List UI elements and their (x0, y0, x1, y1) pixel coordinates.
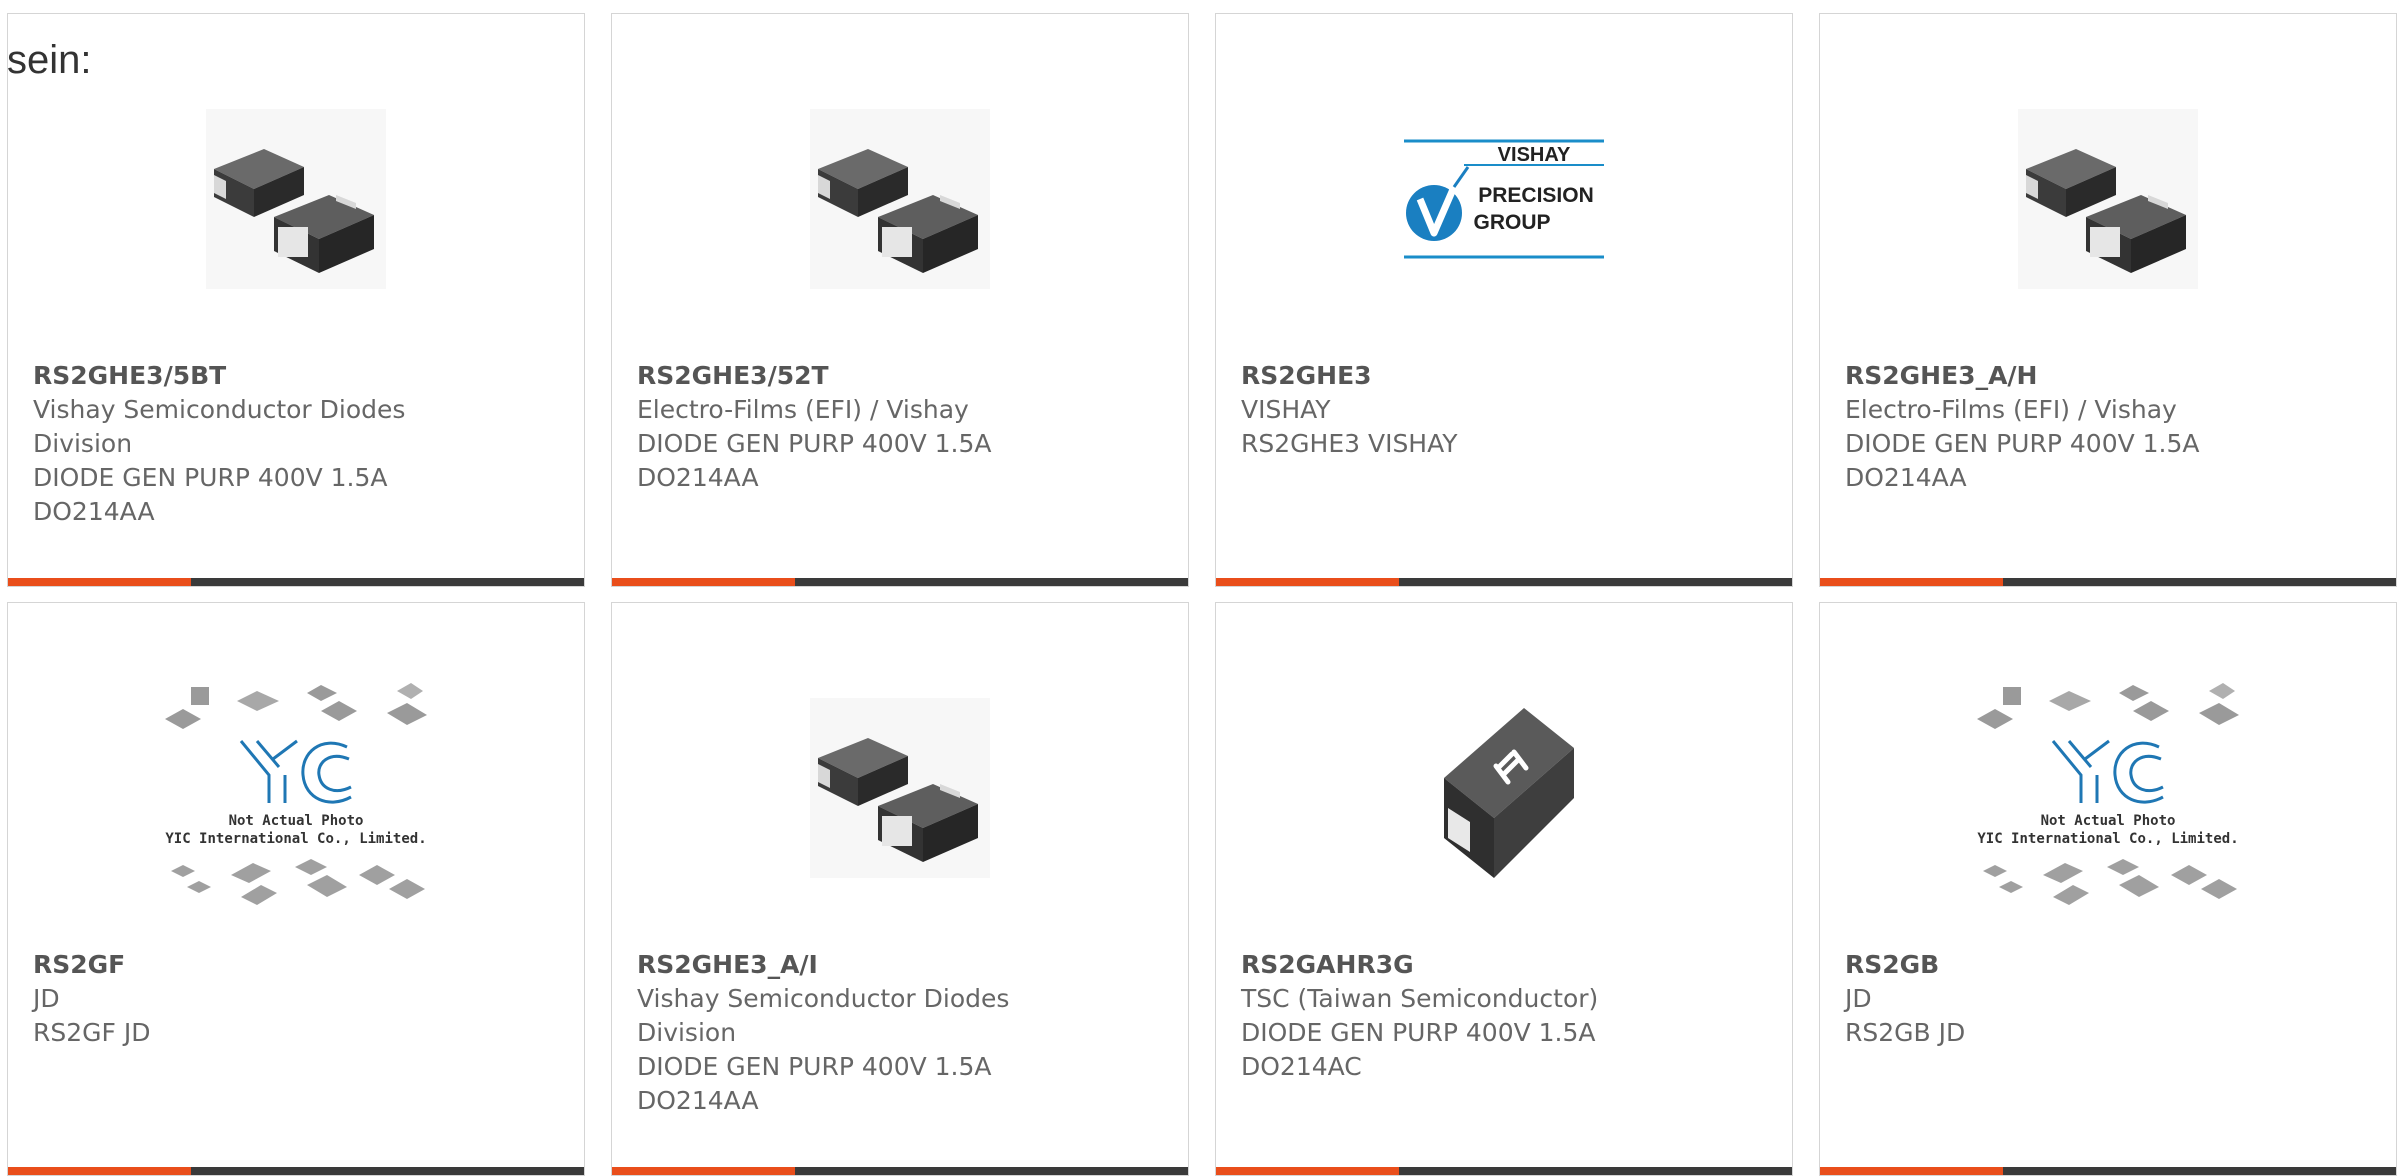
logo-text-precision: PRECISION (1478, 184, 1594, 207)
product-info: RS2GAHR3G TSC (Taiwan Semiconductor) DIO… (1241, 948, 1772, 1084)
card-accent-bar (1216, 578, 1792, 586)
card-accent-bar (8, 578, 584, 586)
vishay-logo-icon: VISHAY PRECISION GROUP (1402, 137, 1606, 261)
card-accent-bar (612, 1167, 1188, 1175)
manufacturer: Electro-Films (EFI) / Vishay (1845, 395, 2177, 424)
part-number[interactable]: RS2GHE3_A/H (1845, 359, 2376, 393)
manufacturer: Vishay Semiconductor Diodes Division (33, 395, 406, 458)
product-image[interactable] (8, 89, 584, 309)
part-number[interactable]: RS2GHE3/5BT (33, 359, 564, 393)
card-accent-bar (1216, 1167, 1792, 1175)
part-number[interactable]: RS2GB (1845, 948, 2376, 982)
product-card[interactable]: RS2GHE3_A/I Vishay Semiconductor Diodes … (611, 602, 1189, 1176)
product-image[interactable] (612, 89, 1188, 309)
intro-text: sein: (7, 38, 92, 82)
placeholder-company: YIC International Co., Limited. (1977, 831, 2238, 847)
product-info: RS2GF JD RS2GF JD (33, 948, 564, 1050)
yic-placeholder-icon: Not Actual Photo YIC International Co., … (1977, 683, 2239, 905)
part-number[interactable]: RS2GHE3_A/I (637, 948, 1168, 982)
product-info: RS2GB JD RS2GB JD (1845, 948, 2376, 1050)
card-accent-segment (1216, 578, 1399, 586)
card-accent-bar (1820, 1167, 2396, 1175)
product-image[interactable] (1216, 678, 1792, 898)
part-number[interactable]: RS2GHE3 (1241, 359, 1772, 393)
product-card[interactable]: RS2GHE3_A/H Electro-Films (EFI) / Vishay… (1819, 13, 2397, 587)
card-accent-segment (8, 1167, 191, 1175)
logo-text-group: GROUP (1473, 211, 1550, 234)
product-card[interactable]: VISHAY PRECISION GROUP RS2GHE3 VISHAY RS… (1215, 13, 1793, 587)
product-info: RS2GHE3 VISHAY RS2GHE3 VISHAY (1241, 359, 1772, 461)
placeholder-company: YIC International Co., Limited. (165, 831, 426, 847)
smd-diode-pair-icon (810, 109, 990, 289)
product-info: RS2GHE3/52T Electro-Films (EFI) / Vishay… (637, 359, 1168, 495)
product-image[interactable]: VISHAY PRECISION GROUP (1216, 89, 1792, 309)
card-accent-segment (1820, 1167, 2003, 1175)
part-number[interactable]: RS2GAHR3G (1241, 948, 1772, 982)
tsc-diode-icon (1444, 708, 1574, 878)
product-info: RS2GHE3/5BT Vishay Semiconductor Diodes … (33, 359, 564, 529)
description: RS2GB JD (1845, 1018, 1966, 1047)
product-card[interactable]: Not Actual Photo YIC International Co., … (7, 602, 585, 1176)
product-image[interactable] (1820, 89, 2396, 309)
description: DIODE GEN PURP 400V 1.5A DO214AC (1241, 1018, 1596, 1081)
card-accent-segment (1820, 578, 2003, 586)
part-number[interactable]: RS2GHE3/52T (637, 359, 1168, 393)
product-image[interactable] (612, 678, 1188, 898)
card-accent-bar (612, 578, 1188, 586)
card-accent-bar (8, 1167, 584, 1175)
description: DIODE GEN PURP 400V 1.5A DO214AA (637, 429, 992, 492)
product-card[interactable]: RS2GAHR3G TSC (Taiwan Semiconductor) DIO… (1215, 602, 1793, 1176)
product-image[interactable]: Not Actual Photo YIC International Co., … (1820, 683, 2396, 905)
yic-placeholder-icon: Not Actual Photo YIC International Co., … (165, 683, 427, 905)
manufacturer: Vishay Semiconductor Diodes Division (637, 984, 1010, 1047)
description: DIODE GEN PURP 400V 1.5A DO214AA (637, 1052, 992, 1115)
smd-diode-pair-icon (206, 109, 386, 289)
placeholder-caption: Not Actual Photo (229, 813, 364, 829)
card-accent-segment (612, 578, 795, 586)
manufacturer: TSC (Taiwan Semiconductor) (1241, 984, 1599, 1013)
product-grid: RS2GHE3/5BT Vishay Semiconductor Diodes … (0, 0, 2400, 1176)
product-card[interactable]: RS2GHE3/5BT Vishay Semiconductor Diodes … (7, 13, 585, 587)
card-accent-segment (1216, 1167, 1399, 1175)
manufacturer: JD (33, 984, 60, 1013)
card-accent-segment (612, 1167, 795, 1175)
description: RS2GF JD (33, 1018, 151, 1047)
description: DIODE GEN PURP 400V 1.5A DO214AA (33, 463, 388, 526)
placeholder-caption: Not Actual Photo (2041, 813, 2176, 829)
product-info: RS2GHE3_A/H Electro-Films (EFI) / Vishay… (1845, 359, 2376, 495)
product-card[interactable]: Not Actual Photo YIC International Co., … (1819, 602, 2397, 1176)
smd-diode-pair-icon (810, 698, 990, 878)
card-accent-segment (8, 578, 191, 586)
description: RS2GHE3 VISHAY (1241, 429, 1458, 458)
card-accent-bar (1820, 578, 2396, 586)
product-info: RS2GHE3_A/I Vishay Semiconductor Diodes … (637, 948, 1168, 1118)
smd-diode-pair-icon (2018, 109, 2198, 289)
product-card[interactable]: RS2GHE3/52T Electro-Films (EFI) / Vishay… (611, 13, 1189, 587)
logo-text-vishay: VISHAY (1498, 144, 1571, 166)
description: DIODE GEN PURP 400V 1.5A DO214AA (1845, 429, 2200, 492)
product-image[interactable]: Not Actual Photo YIC International Co., … (8, 683, 584, 905)
manufacturer: Electro-Films (EFI) / Vishay (637, 395, 969, 424)
manufacturer: JD (1845, 984, 1872, 1013)
part-number[interactable]: RS2GF (33, 948, 564, 982)
manufacturer: VISHAY (1241, 395, 1331, 424)
